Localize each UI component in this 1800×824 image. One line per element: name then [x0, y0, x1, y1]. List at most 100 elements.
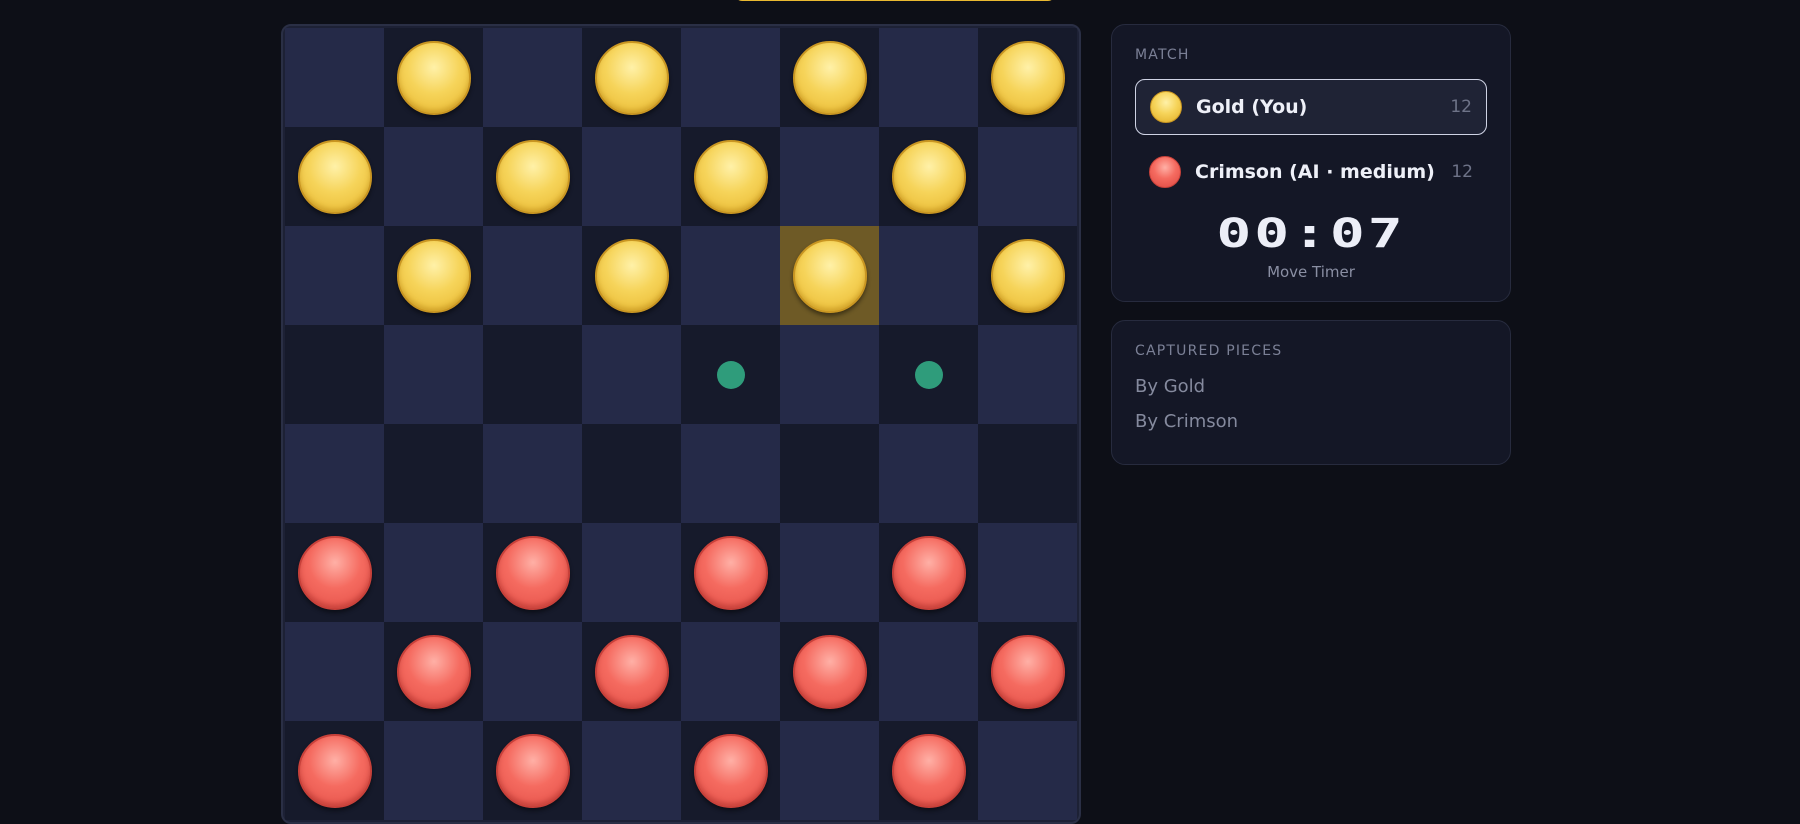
- board-square[interactable]: [384, 721, 483, 820]
- board-square[interactable]: [582, 28, 681, 127]
- board-square[interactable]: [384, 127, 483, 226]
- checkers-board[interactable]: [285, 28, 1077, 820]
- crimson-piece[interactable]: [792, 634, 867, 709]
- board-square[interactable]: [879, 424, 978, 523]
- board-square[interactable]: [285, 424, 384, 523]
- board-square[interactable]: [978, 622, 1077, 721]
- board-square[interactable]: [285, 325, 384, 424]
- crimson-piece[interactable]: [297, 535, 372, 610]
- gold-piece[interactable]: [297, 139, 372, 214]
- gold-piece[interactable]: [792, 40, 867, 115]
- crimson-piece-icon: [1149, 156, 1181, 188]
- gold-piece[interactable]: [396, 238, 471, 313]
- move-timer-label: Move Timer: [1267, 263, 1355, 281]
- board-square[interactable]: [879, 28, 978, 127]
- board-square[interactable]: [285, 226, 384, 325]
- crimson-piece[interactable]: [297, 733, 372, 808]
- board-square[interactable]: [879, 325, 978, 424]
- board-square[interactable]: [384, 325, 483, 424]
- crimson-piece[interactable]: [891, 733, 966, 808]
- board-square[interactable]: [681, 127, 780, 226]
- crimson-piece[interactable]: [693, 535, 768, 610]
- board-square[interactable]: [582, 226, 681, 325]
- crimson-piece[interactable]: [594, 634, 669, 709]
- top-accent-bar: [735, 0, 1055, 1]
- board-square[interactable]: [582, 325, 681, 424]
- board-square[interactable]: [582, 622, 681, 721]
- board-square[interactable]: [483, 721, 582, 820]
- board-square[interactable]: [384, 622, 483, 721]
- crimson-piece[interactable]: [495, 535, 570, 610]
- board-square[interactable]: [780, 622, 879, 721]
- board-square[interactable]: [978, 325, 1077, 424]
- board-square[interactable]: [681, 523, 780, 622]
- board-square[interactable]: [978, 523, 1077, 622]
- board-square[interactable]: [681, 226, 780, 325]
- board-square[interactable]: [384, 28, 483, 127]
- board-square[interactable]: [681, 424, 780, 523]
- board-square[interactable]: [780, 523, 879, 622]
- board-square[interactable]: [879, 622, 978, 721]
- board-square[interactable]: [582, 424, 681, 523]
- captured-title: CAPTURED PIECES: [1135, 343, 1283, 359]
- gold-piece[interactable]: [693, 139, 768, 214]
- board-square[interactable]: [879, 226, 978, 325]
- board-square[interactable]: [879, 127, 978, 226]
- board-square[interactable]: [681, 721, 780, 820]
- board-square[interactable]: [483, 28, 582, 127]
- board-square[interactable]: [285, 622, 384, 721]
- board-square[interactable]: [285, 28, 384, 127]
- player-count-crimson: 12: [1451, 162, 1473, 182]
- board-square[interactable]: [582, 127, 681, 226]
- gold-piece[interactable]: [891, 139, 966, 214]
- board-square[interactable]: [681, 622, 780, 721]
- board-square[interactable]: [384, 226, 483, 325]
- board-square[interactable]: [780, 127, 879, 226]
- gold-piece-icon: [1150, 91, 1182, 123]
- board-square[interactable]: [780, 28, 879, 127]
- gold-piece[interactable]: [594, 40, 669, 115]
- board-square[interactable]: [483, 622, 582, 721]
- crimson-piece[interactable]: [495, 733, 570, 808]
- player-name-crimson: Crimson (AI · medium): [1195, 161, 1435, 183]
- board-square[interactable]: [780, 325, 879, 424]
- captured-panel: CAPTURED PIECES By Gold By Crimson: [1111, 320, 1511, 465]
- crimson-piece[interactable]: [693, 733, 768, 808]
- match-title: MATCH: [1135, 47, 1190, 63]
- board-square[interactable]: [780, 721, 879, 820]
- move-timer: 00:07: [1216, 211, 1406, 257]
- gold-piece[interactable]: [594, 238, 669, 313]
- captured-by-gold: By Gold: [1135, 376, 1206, 397]
- board-square[interactable]: [978, 721, 1077, 820]
- crimson-piece[interactable]: [396, 634, 471, 709]
- board-square[interactable]: [285, 127, 384, 226]
- board-square[interactable]: [780, 424, 879, 523]
- gold-piece[interactable]: [495, 139, 570, 214]
- gold-piece[interactable]: [792, 238, 867, 313]
- move-hint-dot[interactable]: [914, 360, 943, 389]
- move-hint-dot[interactable]: [716, 360, 745, 389]
- board-square[interactable]: [582, 523, 681, 622]
- selected-square[interactable]: [780, 226, 879, 325]
- board-square[interactable]: [384, 523, 483, 622]
- board-square[interactable]: [879, 523, 978, 622]
- gold-piece[interactable]: [990, 40, 1065, 115]
- board-square[interactable]: [681, 325, 780, 424]
- board-square[interactable]: [483, 325, 582, 424]
- board-square[interactable]: [285, 523, 384, 622]
- gold-piece[interactable]: [396, 40, 471, 115]
- match-panel: MATCH Gold (You) 12 Crimson (AI · medium…: [1111, 24, 1511, 302]
- board-square[interactable]: [978, 424, 1077, 523]
- board-square[interactable]: [978, 28, 1077, 127]
- board-square[interactable]: [681, 28, 780, 127]
- crimson-piece[interactable]: [990, 634, 1065, 709]
- crimson-piece[interactable]: [891, 535, 966, 610]
- board-square[interactable]: [384, 424, 483, 523]
- board-square[interactable]: [285, 721, 384, 820]
- board-square[interactable]: [483, 523, 582, 622]
- board-square[interactable]: [483, 226, 582, 325]
- board-square[interactable]: [879, 721, 978, 820]
- board-square[interactable]: [483, 424, 582, 523]
- board-square[interactable]: [483, 127, 582, 226]
- board-square[interactable]: [582, 721, 681, 820]
